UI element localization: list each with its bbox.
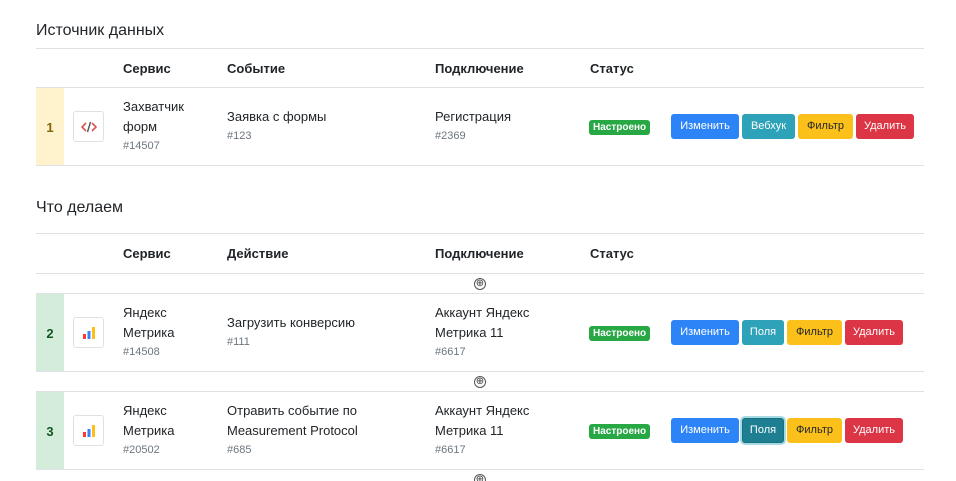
divider [36, 371, 924, 372]
edit-button[interactable]: Изменить [671, 114, 739, 139]
delete-button[interactable]: Удалить [845, 320, 903, 345]
bar-chart-icon [73, 415, 104, 446]
service-name: Захватчик форм #14507 [123, 99, 184, 152]
divider [36, 233, 924, 234]
action-row: 2 Яндекс Метрика #14508 Загрузить конвер… [36, 294, 924, 372]
filter-button[interactable]: Фильтр [787, 320, 842, 345]
actions-section-title: Что делаем [36, 199, 123, 216]
step-number: 1 [36, 88, 64, 166]
status-badge: Настроено [589, 326, 651, 341]
header-service: Сервис [123, 61, 171, 76]
event-name: Заявка с формы #123 [227, 109, 327, 142]
service-name: Яндекс Метрика #20502 [123, 403, 175, 456]
header-connection: Подключение [435, 246, 524, 261]
service-name: Яндекс Метрика #14508 [123, 305, 175, 358]
connection-name: Аккаунт Яндекс Метрика 11 #6617 [435, 403, 530, 456]
plus-circle-icon[interactable]: ⊕ [474, 474, 486, 481]
header-event: Событие [227, 61, 286, 76]
plus-circle-icon[interactable]: ⊕ [474, 278, 486, 290]
filter-button[interactable]: Фильтр [798, 114, 853, 139]
delete-button[interactable]: Удалить [845, 418, 903, 443]
source-section-title: Источник данных [36, 22, 165, 39]
step-number: 2 [36, 294, 64, 372]
code-icon [73, 111, 104, 142]
status-badge: Настроено [589, 424, 651, 439]
divider [36, 273, 924, 274]
delete-button[interactable]: Удалить [856, 114, 914, 139]
edit-button[interactable]: Изменить [671, 418, 739, 443]
bar-chart-icon [73, 317, 104, 348]
fields-button[interactable]: Поля [742, 418, 784, 443]
status-badge: Настроено [589, 120, 651, 135]
action-row: 3 Яндекс Метрика #20502 Отравить событие… [36, 392, 924, 470]
connection-name: Регистрация #2369 [435, 109, 511, 142]
divider [36, 48, 924, 49]
divider [36, 469, 924, 470]
action-name: Отравить событие по Measurement Protocol… [227, 403, 358, 456]
edit-button[interactable]: Изменить [671, 320, 739, 345]
filter-button[interactable]: Фильтр [787, 418, 842, 443]
connection-name: Аккаунт Яндекс Метрика 11 #6617 [435, 305, 530, 358]
header-connection: Подключение [435, 61, 524, 76]
step-number: 3 [36, 392, 64, 470]
header-action: Действие [227, 246, 289, 261]
header-status: Статус [590, 246, 634, 261]
divider [36, 165, 924, 166]
plus-circle-icon[interactable]: ⊕ [474, 376, 486, 388]
webhook-button[interactable]: Вебхук [742, 114, 795, 139]
header-service: Сервис [123, 246, 171, 261]
action-name: Загрузить конверсию #111 [227, 315, 355, 348]
fields-button[interactable]: Поля [742, 320, 784, 345]
header-status: Статус [590, 61, 634, 76]
source-row: 1 Захватчик форм #14507 Заявка с формы #… [36, 88, 924, 166]
